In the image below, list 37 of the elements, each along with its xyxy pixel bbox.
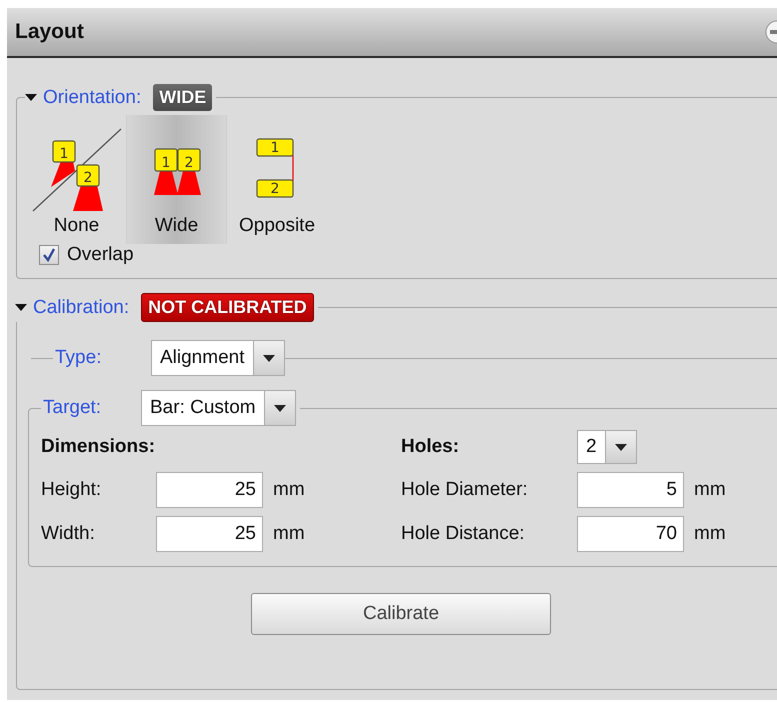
input-field[interactable]: 70: [577, 516, 684, 552]
dimensions-heading: Dimensions:: [41, 435, 156, 459]
unit-label: mm: [694, 479, 726, 501]
input-field[interactable]: 5: [577, 472, 684, 508]
field-label: Hole Diameter:: [401, 479, 529, 501]
input-field[interactable]: 25: [156, 472, 263, 508]
orientation-option[interactable]: 1 2 None: [27, 115, 127, 244]
holes-heading: Holes:: [401, 435, 460, 459]
checkmark-icon: [42, 248, 56, 262]
field-label: Width:: [41, 523, 96, 545]
holes-dropdown[interactable]: 2: [577, 430, 637, 464]
type-label: Type:: [54, 347, 102, 369]
caret-icon[interactable]: [15, 304, 27, 312]
unit-label: mm: [694, 523, 726, 545]
unit-label: mm: [273, 523, 305, 545]
unit-label: mm: [273, 479, 305, 501]
target-label: Target:: [42, 397, 102, 419]
status-badge: NOT CALIBRATED: [141, 293, 314, 322]
calibrate-button[interactable]: Calibrate: [251, 593, 551, 635]
panel-title: Layout: [15, 20, 84, 44]
checkbox[interactable]: [39, 245, 59, 265]
field-label: Hole Distance:: [401, 523, 526, 545]
checkbox-label: Overlap: [67, 244, 134, 266]
orientation-option[interactable]: 1 2 Opposite: [227, 115, 327, 244]
field-label: Height:: [41, 479, 102, 501]
orientation-option[interactable]: 1 2 Wide: [127, 115, 227, 244]
target-dropdown[interactable]: Bar: Custom: [141, 390, 296, 426]
section-label: Calibration:: [33, 296, 130, 318]
dropdown-arrow-icon: [262, 354, 274, 362]
section-label: Orientation:: [43, 86, 142, 108]
status-badge: WIDE: [153, 84, 212, 111]
dropdown-arrow-icon: [274, 404, 286, 412]
overlap-checkbox[interactable]: Overlap: [39, 244, 777, 266]
caret-icon[interactable]: [25, 94, 37, 102]
type-dropdown[interactable]: Alignment: [151, 340, 284, 376]
input-field[interactable]: 25: [156, 516, 263, 552]
dropdown-arrow-icon: [614, 444, 627, 450]
